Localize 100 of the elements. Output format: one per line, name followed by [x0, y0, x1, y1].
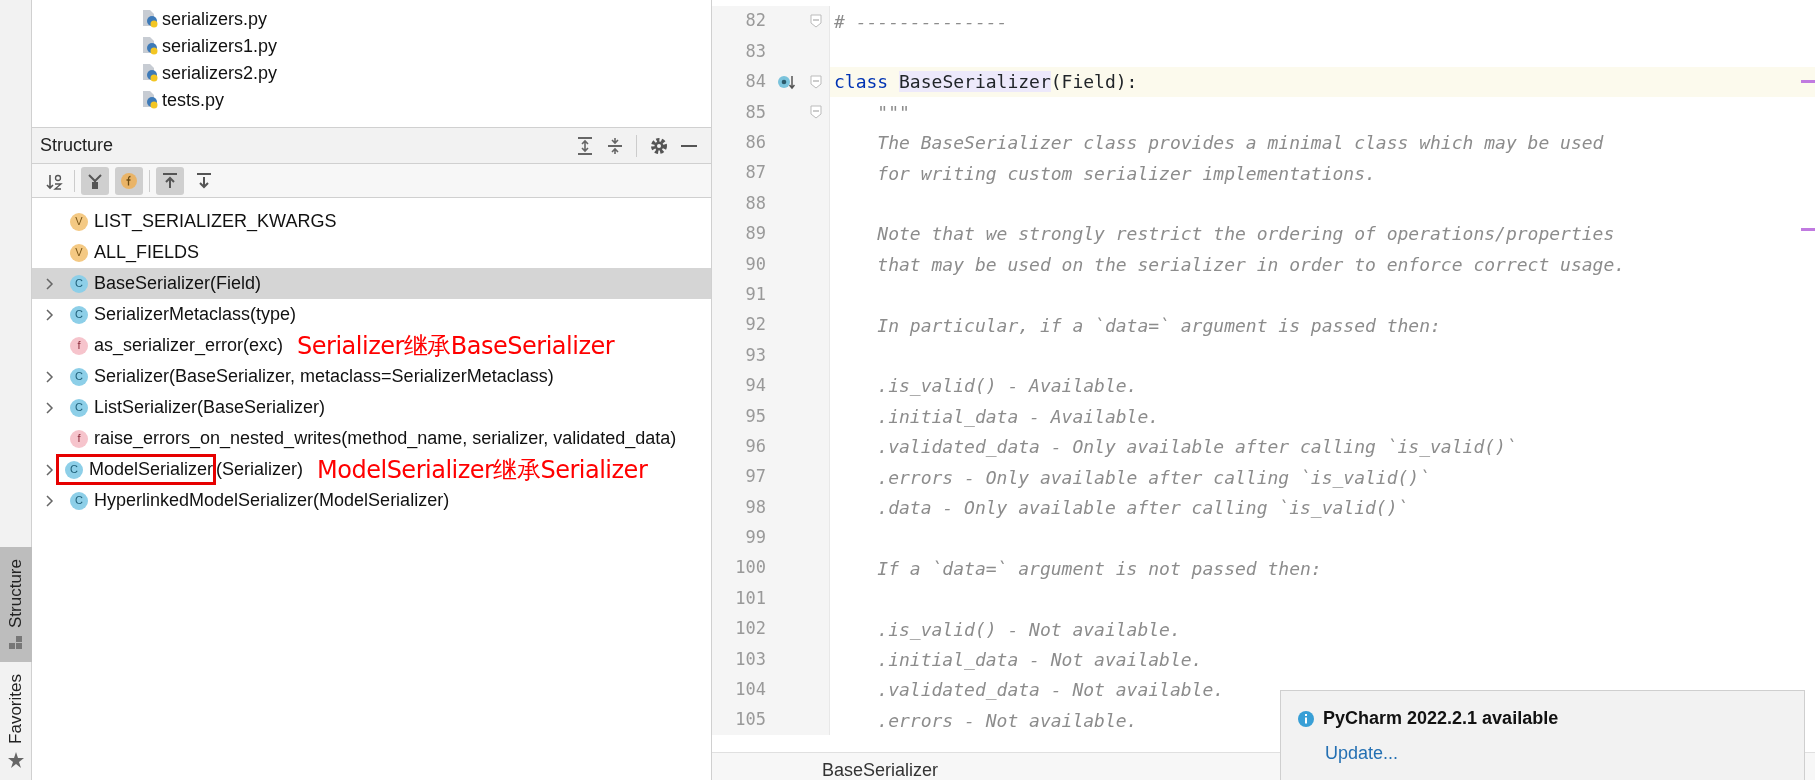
line-number: 82: [744, 9, 766, 33]
python-file-icon: [142, 10, 158, 29]
code-line: .errors - Not available.: [876, 708, 1138, 733]
python-file-icon: [142, 91, 158, 110]
code-line: .initial_data - Not available.: [876, 647, 1203, 672]
settings-icon: [649, 135, 669, 156]
line-number: 105: [734, 708, 766, 732]
info-icon: [1297, 709, 1315, 728]
class-icon: C: [70, 367, 88, 386]
class-icon: C: [65, 460, 83, 479]
structure-item[interactable]: C HyperlinkedModelSerializer(ModelSerializer): [32, 485, 711, 516]
python-file-icon: [142, 37, 158, 56]
line-number: 102: [734, 617, 766, 641]
python-file-icon: [142, 64, 158, 83]
class-icon: C: [70, 305, 88, 324]
breadcrumb[interactable]: BaseSerializer: [822, 760, 939, 780]
structure-item[interactable]: f raise_errors_on_nested_writes(method_name, serializer, validated_data): [32, 423, 711, 454]
tool-window-tab[interactable]: Structure: [0, 547, 32, 663]
line-number: 92: [744, 313, 766, 337]
line-number: 94: [744, 374, 766, 398]
item-label: LIST_SERIALIZER_KWARGS: [94, 210, 337, 234]
code-line: .validated_data - Only available after calling `is_valid()`: [876, 435, 1517, 460]
code-line: In particular, if a `data=` argument is passed then:: [876, 313, 1441, 338]
chevron-icon: [46, 494, 54, 507]
file-name[interactable]: tests.py: [162, 87, 225, 114]
line-number: 97: [744, 465, 766, 489]
minimize-icon: [681, 144, 697, 147]
tool-window-tab[interactable]: Favorites: [0, 662, 32, 780]
structure-item[interactable]: C ListSerializer(BaseSerializer): [32, 392, 711, 423]
collapse-all-icon: [606, 136, 624, 155]
error-stripe-mark: [1801, 228, 1815, 231]
file-name[interactable]: serializers1.py: [162, 33, 278, 60]
chevron-icon: [46, 277, 54, 290]
structure-item[interactable]: C ModelSerializer (Serializer) ModelSerializer继承Serializer: [32, 454, 711, 485]
inherited-members-icon: [86, 171, 104, 190]
variable-icon: V: [70, 243, 88, 262]
item-label: ALL_FIELDS: [94, 241, 200, 265]
function-icon: f: [70, 429, 88, 448]
arrow-down-icon: [195, 171, 213, 190]
line-number: 103: [734, 647, 766, 671]
code-line: .is_valid() - Available.: [876, 374, 1138, 399]
item-label-suffix: (Serializer): [216, 458, 304, 481]
item-label: HyperlinkedModelSerializer(ModelSerializer): [94, 489, 450, 512]
chevron-icon: [46, 308, 54, 321]
class-icon: C: [70, 491, 88, 510]
file-name[interactable]: serializers.py: [162, 6, 268, 33]
code-line: class BaseSerializer(Field):: [833, 70, 1138, 95]
line-number: 95: [744, 404, 766, 428]
line-number: 96: [744, 434, 766, 458]
structure-item[interactable]: C Serializer(BaseSerializer, metaclass=SerializerMetaclass): [32, 361, 711, 392]
code-line: # --------------: [833, 9, 1008, 34]
class-icon: C: [70, 274, 88, 293]
code-line: .is_valid() - Not available.: [876, 617, 1181, 642]
code-line: for writing custom serializer implementations.: [876, 161, 1376, 186]
line-number: 101: [734, 586, 766, 610]
class-icon: C: [70, 398, 88, 417]
code-line: Note that we strongly restrict the ordering of operations/properties: [876, 222, 1615, 247]
code-line: that may be used on the serializer in order to enforce correct usage.: [876, 252, 1626, 277]
chevron-icon: [46, 463, 54, 476]
field-icon: [120, 171, 138, 190]
line-number: 87: [744, 161, 766, 185]
expand-all-icon: [576, 136, 594, 155]
annotation-text: Serializer继承BaseSerializer: [297, 330, 615, 362]
line-number: 98: [744, 495, 766, 519]
chevron-icon: [46, 401, 54, 414]
structure-item[interactable]: V ALL_FIELDS: [32, 237, 711, 268]
item-label: Serializer(BaseSerializer, metaclass=SerializerMetaclass): [94, 365, 554, 388]
line-number: 86: [744, 131, 766, 154]
update-link[interactable]: Update...: [1325, 743, 1399, 763]
item-label: raise_errors_on_nested_writes(method_name, serializer, validated_data): [94, 427, 677, 451]
item-label: as_serializer_error(exc): [94, 334, 284, 358]
code-line: The BaseSerializer class provides a minimal class which may be used: [876, 131, 1604, 156]
error-stripe-mark: [1801, 80, 1815, 83]
line-number: 99: [744, 526, 766, 550]
code-line: .data - Only available after calling `is_valid()`: [876, 495, 1409, 520]
line-number: 93: [744, 343, 766, 367]
variable-icon: V: [70, 212, 88, 231]
line-number: 100: [734, 556, 766, 580]
line-number: 85: [744, 100, 766, 124]
toolbar-toggle[interactable]: [115, 166, 143, 195]
line-number: 83: [744, 39, 766, 63]
item-label: BaseSerializer(Field): [94, 272, 262, 295]
code-line: """: [876, 100, 910, 125]
code-line: .validated_data - Not available.: [876, 678, 1225, 703]
toolbar-toggle[interactable]: [81, 166, 109, 195]
structure-item[interactable]: f as_serializer_error(exc) Serializer继承BaseSerializer: [32, 330, 711, 361]
item-label: ModelSerializer: [89, 458, 214, 481]
structure-icon: [9, 636, 23, 651]
line-number: 90: [744, 252, 766, 276]
annotation-text: ModelSerializer继承Serializer: [317, 454, 648, 486]
structure-item[interactable]: C BaseSerializer(Field): [32, 268, 711, 299]
notification-title: PyCharm 2022.2.1 available: [1323, 707, 1559, 730]
code-line: .initial_data - Available.: [876, 404, 1160, 429]
item-label: ListSerializer(BaseSerializer): [94, 396, 326, 419]
chevron-icon: [46, 370, 54, 383]
structure-item[interactable]: C SerializerMetaclass(type): [32, 299, 711, 330]
file-name[interactable]: serializers2.py: [162, 60, 278, 87]
structure-item[interactable]: V LIST_SERIALIZER_KWARGS: [32, 206, 711, 237]
toolbar-toggle[interactable]: [156, 166, 184, 195]
code-line: If a `data=` argument is not passed then:: [876, 556, 1322, 581]
